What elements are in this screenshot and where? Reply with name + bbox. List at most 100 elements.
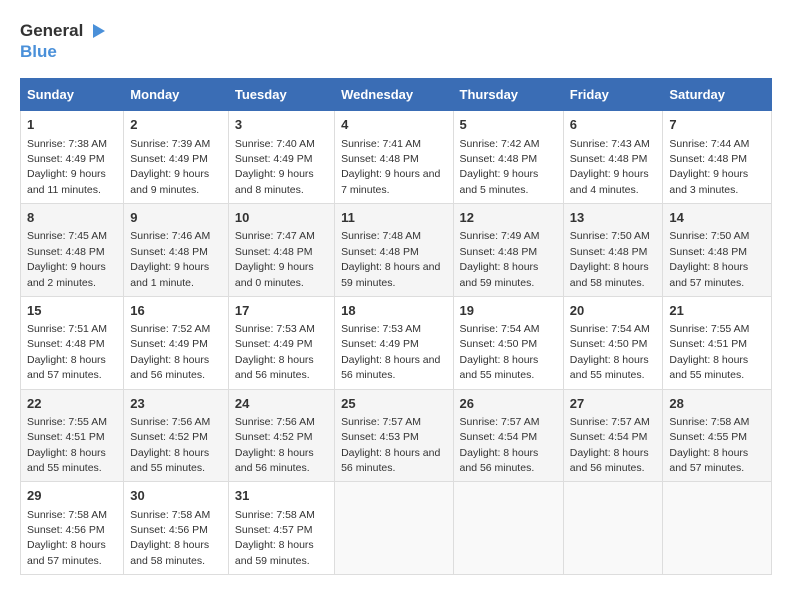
logo: General Blue — [20, 20, 107, 62]
day-info: Sunrise: 7:49 AMSunset: 4:48 PMDaylight:… — [460, 230, 540, 288]
weekday-header-row: SundayMondayTuesdayWednesdayThursdayFrid… — [21, 79, 772, 111]
day-number: 3 — [235, 116, 328, 134]
day-number: 12 — [460, 209, 557, 227]
calendar-cell: 2 Sunrise: 7:39 AMSunset: 4:49 PMDaylight… — [124, 111, 229, 204]
day-number: 25 — [341, 395, 446, 413]
calendar-cell — [453, 482, 563, 575]
day-number: 11 — [341, 209, 446, 227]
calendar-cell — [563, 482, 663, 575]
calendar-week-row: 1 Sunrise: 7:38 AMSunset: 4:49 PMDaylight… — [21, 111, 772, 204]
weekday-header: Friday — [563, 79, 663, 111]
day-info: Sunrise: 7:39 AMSunset: 4:49 PMDaylight:… — [130, 138, 210, 196]
day-info: Sunrise: 7:54 AMSunset: 4:50 PMDaylight:… — [570, 323, 650, 381]
calendar-cell: 31Sunrise: 7:58 AMSunset: 4:57 PMDayligh… — [228, 482, 334, 575]
day-number: 20 — [570, 302, 657, 320]
calendar-cell: 13 Sunrise: 7:50 AMSunset: 4:48 PMDayligh… — [563, 204, 663, 297]
calendar-table: SundayMondayTuesdayWednesdayThursdayFrid… — [20, 78, 772, 575]
calendar-cell: 12 Sunrise: 7:49 AMSunset: 4:48 PMDayligh… — [453, 204, 563, 297]
day-info: Sunrise: 7:56 AMSunset: 4:52 PMDaylight:… — [130, 416, 210, 474]
day-info: Sunrise: 7:58 AMSunset: 4:56 PMDaylight:… — [130, 509, 210, 567]
logo-blue: Blue — [20, 42, 107, 62]
calendar-cell: 27 Sunrise: 7:57 AMSunset: 4:54 PMDayligh… — [563, 389, 663, 482]
calendar-cell — [335, 482, 453, 575]
day-info: Sunrise: 7:41 AMSunset: 4:48 PMDaylight:… — [341, 138, 440, 196]
day-number: 2 — [130, 116, 222, 134]
calendar-cell: 25 Sunrise: 7:57 AMSunset: 4:53 PMDayligh… — [335, 389, 453, 482]
day-info: Sunrise: 7:48 AMSunset: 4:48 PMDaylight:… — [341, 230, 440, 288]
calendar-week-row: 8Sunrise: 7:45 AMSunset: 4:48 PMDaylight… — [21, 204, 772, 297]
calendar-cell: 30 Sunrise: 7:58 AMSunset: 4:56 PMDayligh… — [124, 482, 229, 575]
day-info: Sunrise: 7:53 AMSunset: 4:49 PMDaylight:… — [341, 323, 440, 381]
day-info: Sunrise: 7:57 AMSunset: 4:53 PMDaylight:… — [341, 416, 440, 474]
day-info: Sunrise: 7:57 AMSunset: 4:54 PMDaylight:… — [460, 416, 540, 474]
calendar-cell: 5Sunrise: 7:42 AMSunset: 4:48 PMDaylight… — [453, 111, 563, 204]
day-number: 16 — [130, 302, 222, 320]
header: General Blue — [20, 20, 772, 62]
day-number: 15 — [27, 302, 117, 320]
calendar-cell — [663, 482, 772, 575]
calendar-cell: 14 Sunrise: 7:50 AMSunset: 4:48 PMDayligh… — [663, 204, 772, 297]
calendar-cell: 20 Sunrise: 7:54 AMSunset: 4:50 PMDayligh… — [563, 296, 663, 389]
calendar-cell: 22 Sunrise: 7:55 AMSunset: 4:51 PMDayligh… — [21, 389, 124, 482]
calendar-cell: 7Sunrise: 7:44 AMSunset: 4:48 PMDaylight… — [663, 111, 772, 204]
weekday-header: Sunday — [21, 79, 124, 111]
day-number: 24 — [235, 395, 328, 413]
day-number: 21 — [669, 302, 765, 320]
calendar-cell: 11 Sunrise: 7:48 AMSunset: 4:48 PMDayligh… — [335, 204, 453, 297]
calendar-week-row: 29 Sunrise: 7:58 AMSunset: 4:56 PMDayligh… — [21, 482, 772, 575]
day-info: Sunrise: 7:53 AMSunset: 4:49 PMDaylight:… — [235, 323, 315, 381]
day-number: 8 — [27, 209, 117, 227]
day-info: Sunrise: 7:55 AMSunset: 4:51 PMDaylight:… — [669, 323, 749, 381]
calendar-cell: 18 Sunrise: 7:53 AMSunset: 4:49 PMDayligh… — [335, 296, 453, 389]
calendar-cell: 4 Sunrise: 7:41 AMSunset: 4:48 PMDaylight… — [335, 111, 453, 204]
day-number: 13 — [570, 209, 657, 227]
logo-container: General Blue — [20, 20, 107, 62]
day-number: 14 — [669, 209, 765, 227]
calendar-cell: 17Sunrise: 7:53 AMSunset: 4:49 PMDayligh… — [228, 296, 334, 389]
calendar-cell: 16 Sunrise: 7:52 AMSunset: 4:49 PMDayligh… — [124, 296, 229, 389]
calendar-cell: 29 Sunrise: 7:58 AMSunset: 4:56 PMDayligh… — [21, 482, 124, 575]
day-info: Sunrise: 7:57 AMSunset: 4:54 PMDaylight:… — [570, 416, 650, 474]
logo-arrow-icon — [85, 20, 107, 42]
day-info: Sunrise: 7:47 AMSunset: 4:48 PMDaylight:… — [235, 230, 315, 288]
day-number: 10 — [235, 209, 328, 227]
calendar-cell: 10 Sunrise: 7:47 AMSunset: 4:48 PMDayligh… — [228, 204, 334, 297]
day-info: Sunrise: 7:58 AMSunset: 4:57 PMDaylight:… — [235, 509, 315, 567]
calendar-cell: 19Sunrise: 7:54 AMSunset: 4:50 PMDayligh… — [453, 296, 563, 389]
weekday-header: Thursday — [453, 79, 563, 111]
day-number: 28 — [669, 395, 765, 413]
day-number: 27 — [570, 395, 657, 413]
day-number: 1 — [27, 116, 117, 134]
day-info: Sunrise: 7:50 AMSunset: 4:48 PMDaylight:… — [669, 230, 749, 288]
day-info: Sunrise: 7:56 AMSunset: 4:52 PMDaylight:… — [235, 416, 315, 474]
day-info: Sunrise: 7:50 AMSunset: 4:48 PMDaylight:… — [570, 230, 650, 288]
day-info: Sunrise: 7:58 AMSunset: 4:55 PMDaylight:… — [669, 416, 749, 474]
calendar-week-row: 15 Sunrise: 7:51 AMSunset: 4:48 PMDayligh… — [21, 296, 772, 389]
weekday-header: Wednesday — [335, 79, 453, 111]
weekday-header: Monday — [124, 79, 229, 111]
day-number: 4 — [341, 116, 446, 134]
weekday-header: Tuesday — [228, 79, 334, 111]
day-info: Sunrise: 7:51 AMSunset: 4:48 PMDaylight:… — [27, 323, 107, 381]
day-number: 22 — [27, 395, 117, 413]
day-info: Sunrise: 7:43 AMSunset: 4:48 PMDaylight:… — [570, 138, 650, 196]
day-number: 18 — [341, 302, 446, 320]
logo-general: General — [20, 21, 83, 41]
calendar-cell: 15 Sunrise: 7:51 AMSunset: 4:48 PMDayligh… — [21, 296, 124, 389]
day-number: 7 — [669, 116, 765, 134]
day-number: 9 — [130, 209, 222, 227]
day-info: Sunrise: 7:38 AMSunset: 4:49 PMDaylight:… — [27, 138, 107, 196]
calendar-cell: 1 Sunrise: 7:38 AMSunset: 4:49 PMDaylight… — [21, 111, 124, 204]
day-info: Sunrise: 7:58 AMSunset: 4:56 PMDaylight:… — [27, 509, 107, 567]
day-info: Sunrise: 7:54 AMSunset: 4:50 PMDaylight:… — [460, 323, 540, 381]
day-info: Sunrise: 7:55 AMSunset: 4:51 PMDaylight:… — [27, 416, 107, 474]
calendar-cell: 26Sunrise: 7:57 AMSunset: 4:54 PMDayligh… — [453, 389, 563, 482]
weekday-header: Saturday — [663, 79, 772, 111]
calendar-cell: 28 Sunrise: 7:58 AMSunset: 4:55 PMDayligh… — [663, 389, 772, 482]
calendar-week-row: 22 Sunrise: 7:55 AMSunset: 4:51 PMDayligh… — [21, 389, 772, 482]
day-number: 29 — [27, 487, 117, 505]
calendar-cell: 9Sunrise: 7:46 AMSunset: 4:48 PMDaylight… — [124, 204, 229, 297]
day-number: 30 — [130, 487, 222, 505]
day-info: Sunrise: 7:52 AMSunset: 4:49 PMDaylight:… — [130, 323, 210, 381]
day-info: Sunrise: 7:40 AMSunset: 4:49 PMDaylight:… — [235, 138, 315, 196]
